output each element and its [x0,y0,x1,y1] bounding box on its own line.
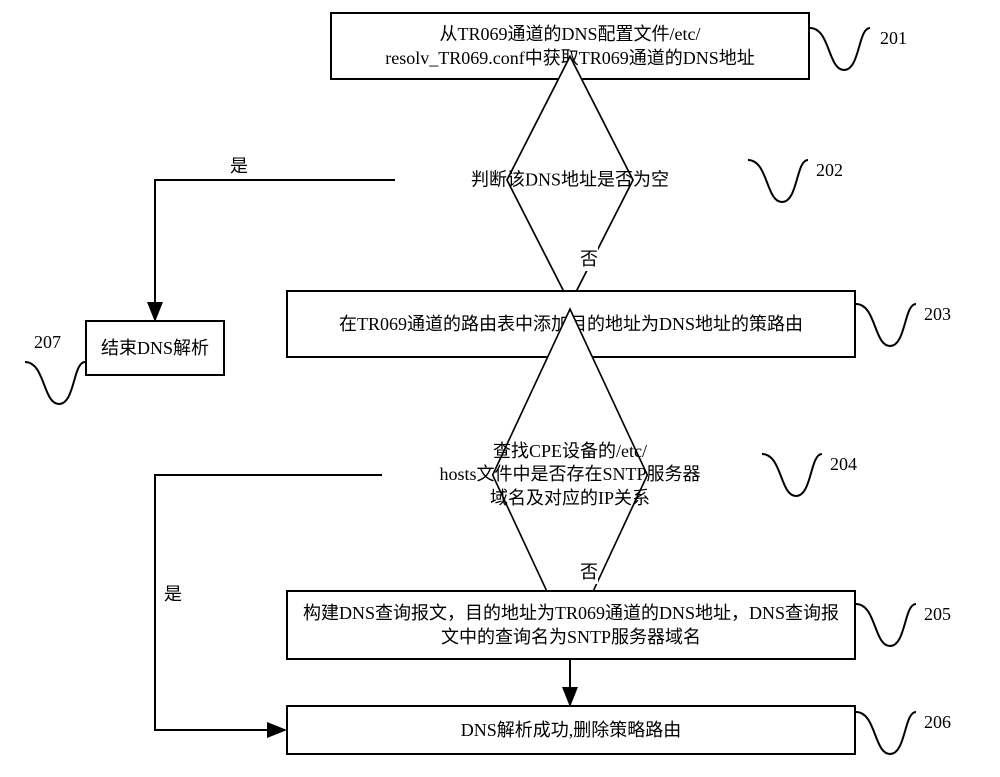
hook-icon [748,158,808,204]
hook-icon [856,710,916,756]
edge-yes-2: 是 [164,580,182,606]
hook-icon [810,26,870,72]
step-207-box: 结束DNS解析 [85,320,225,376]
step-205-text: 构建DNS查询报文，目的地址为TR069通道的DNS地址，DNS查询报文中的查询… [303,601,839,650]
edge-no-2: 否 [580,558,598,584]
step-207-text: 结束DNS解析 [101,336,209,360]
step-202-decision: 判断该DNS地址是否为空 [395,138,745,222]
step-label-204: 204 [830,454,857,475]
step-204-decision: 查找CPE设备的/etc/hosts文件中是否存在SNTP服务器域名及对应的IP… [382,400,758,550]
flow-arrows [0,0,1000,777]
step-label-201: 201 [880,28,907,49]
step-label-207: 207 [34,332,61,353]
step-label-202: 202 [816,160,843,181]
step-label-206: 206 [924,712,951,733]
edge-yes-1: 是 [230,152,248,178]
step-label-205: 205 [924,604,951,625]
hook-icon [762,452,822,498]
step-label-203: 203 [924,304,951,325]
step-206-box: DNS解析成功,删除策略路由 [286,705,856,755]
step-205-box: 构建DNS查询报文，目的地址为TR069通道的DNS地址，DNS查询报文中的查询… [286,590,856,660]
edge-no-1: 否 [580,245,598,271]
hook-icon [856,602,916,648]
step-206-text: DNS解析成功,删除策略路由 [461,718,682,742]
hook-icon [856,302,916,348]
hook-icon [25,360,85,406]
